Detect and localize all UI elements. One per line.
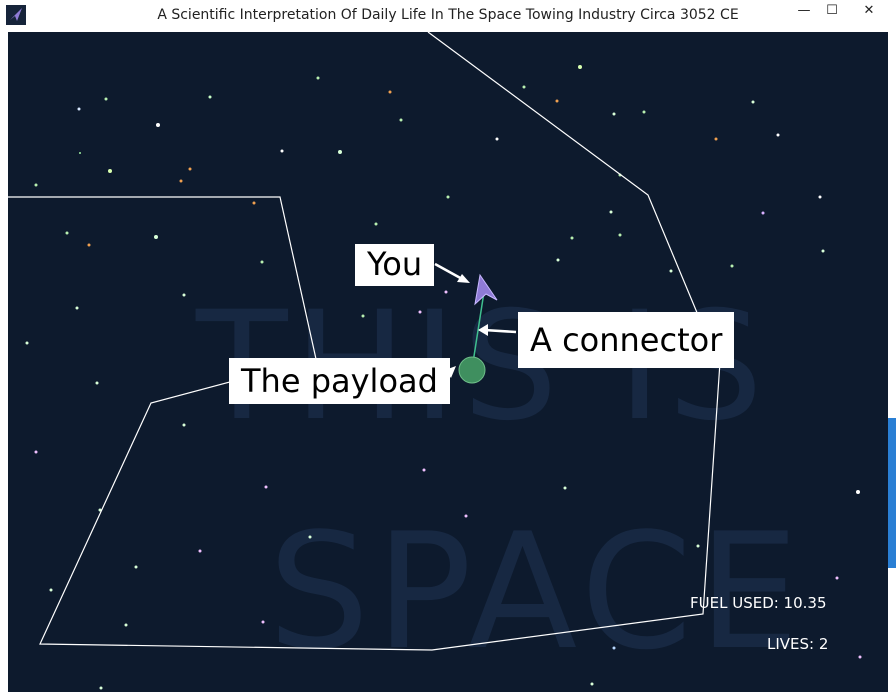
- player-ship: [474, 273, 498, 306]
- lives-readout: LIVES: 2: [767, 635, 829, 653]
- close-button[interactable]: ✕: [846, 0, 892, 22]
- minimize-button[interactable]: —: [790, 0, 818, 22]
- callout-you: You: [355, 244, 435, 286]
- game-canvas[interactable]: THIS IS SPACE You A connector The payloa…: [8, 32, 888, 692]
- window-titlebar: A Scientific Interpretation Of Daily Lif…: [0, 0, 896, 31]
- callout-payload: The payload: [229, 358, 450, 404]
- payload: [458, 356, 486, 384]
- maximize-button[interactable]: ☐: [818, 0, 846, 22]
- edge-scroll-tab[interactable]: [888, 418, 896, 568]
- fuel-used-readout: FUEL USED: 10.35: [690, 594, 827, 612]
- callout-connector: A connector: [518, 312, 735, 368]
- window-title: A Scientific Interpretation Of Daily Lif…: [157, 7, 739, 23]
